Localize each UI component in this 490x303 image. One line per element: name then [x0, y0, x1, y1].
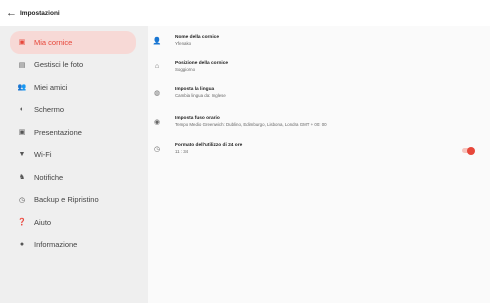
setting-row-language[interactable]: ◍ Imposta la lingua Cambia lingua da: In…: [148, 87, 490, 111]
sidebar-item-label: Notifiche: [34, 172, 64, 182]
setting-row-position[interactable]: ⌂ Posizione della cornice Soggiorno: [148, 61, 490, 85]
sidebar-item-label: Schermo: [34, 105, 65, 115]
settings-panel: 👤 Nome della cornice Yfenako ⌂ Posizione…: [148, 26, 490, 303]
backup-icon: ◷: [18, 196, 26, 204]
setting-value: Tempo Medio Greenwich: Dublino, Edimburg…: [175, 122, 327, 127]
top-bar: ← Impostazioni: [0, 0, 490, 26]
setting-row-name[interactable]: 👤 Nome della cornice Yfenako: [148, 35, 490, 59]
frame-icon: ▣: [18, 39, 26, 47]
friends-icon: 👥: [17, 84, 27, 92]
sidebar-item-backup[interactable]: ◷ Backup e Ripristino: [10, 189, 136, 212]
setting-value: Cambia lingua da: Inglese: [175, 93, 226, 98]
globe-clock-icon: ◉: [153, 119, 161, 126]
sidebar-item-presentazione[interactable]: ▣ Presentazione: [10, 121, 136, 144]
setting-value: Soggiorno: [175, 67, 196, 72]
setting-row-24h-format[interactable]: ◷ Formato dell'utilizzo di 24 ore 11 : 3…: [148, 143, 490, 167]
sidebar-item-label: Wi-Fi: [34, 150, 52, 160]
sidebar-item-aiuto[interactable]: ❓ Aiuto: [10, 211, 136, 234]
sidebar-item-schermo[interactable]: ◐ Schermo: [10, 99, 136, 122]
info-icon: ●: [19, 241, 25, 249]
globe-icon: ◍: [153, 90, 161, 97]
home-icon: ⌂: [154, 63, 160, 70]
sidebar-item-gestisci-foto[interactable]: ▤ Gestisci le foto: [10, 54, 136, 77]
setting-row-timezone[interactable]: ◉ Imposta fuso orario Tempo Medio Greenw…: [148, 116, 490, 140]
sidebar-item-miei-amici[interactable]: 👥 Miei amici: [10, 76, 136, 99]
wifi-icon: ▼: [18, 151, 26, 159]
help-icon: ❓: [17, 219, 27, 227]
clock-icon: ◷: [153, 146, 161, 153]
sidebar-item-label: Gestisci le foto: [34, 60, 84, 70]
page-title: Impostazioni: [20, 9, 60, 17]
sidebar-item-label: Mia cornice: [34, 37, 73, 47]
sidebar-item-wifi[interactable]: ▼ Wi-Fi: [10, 144, 136, 167]
sidebar-item-informazione[interactable]: ● Informazione: [10, 234, 136, 257]
sidebar-item-label: Informazione: [34, 240, 78, 250]
sidebar-item-label: Aiuto: [34, 217, 52, 227]
toggle-knob: [467, 146, 475, 155]
sidebar-item-label: Backup e Ripristino: [34, 195, 99, 205]
presentation-icon: ▣: [18, 129, 26, 137]
person-icon: 👤: [152, 38, 162, 45]
sidebar-item-mia-cornice[interactable]: ▣ Mia cornice: [10, 31, 136, 54]
photos-icon: ▤: [18, 61, 26, 69]
24h-format-toggle[interactable]: [462, 146, 475, 155]
sidebar-item-label: Presentazione: [34, 127, 82, 137]
back-arrow-icon[interactable]: ←: [6, 7, 18, 19]
bell-icon: ♞: [18, 174, 26, 182]
sidebar: ▣ Mia cornice ▤ Gestisci le foto 👥 Miei …: [0, 26, 148, 303]
sidebar-item-notifiche[interactable]: ♞ Notifiche: [10, 166, 136, 189]
setting-value: 11 : 34: [175, 149, 189, 154]
setting-value: Yfenako: [175, 41, 192, 46]
sidebar-item-label: Miei amici: [34, 82, 68, 92]
screen-icon: ◐: [19, 106, 25, 114]
